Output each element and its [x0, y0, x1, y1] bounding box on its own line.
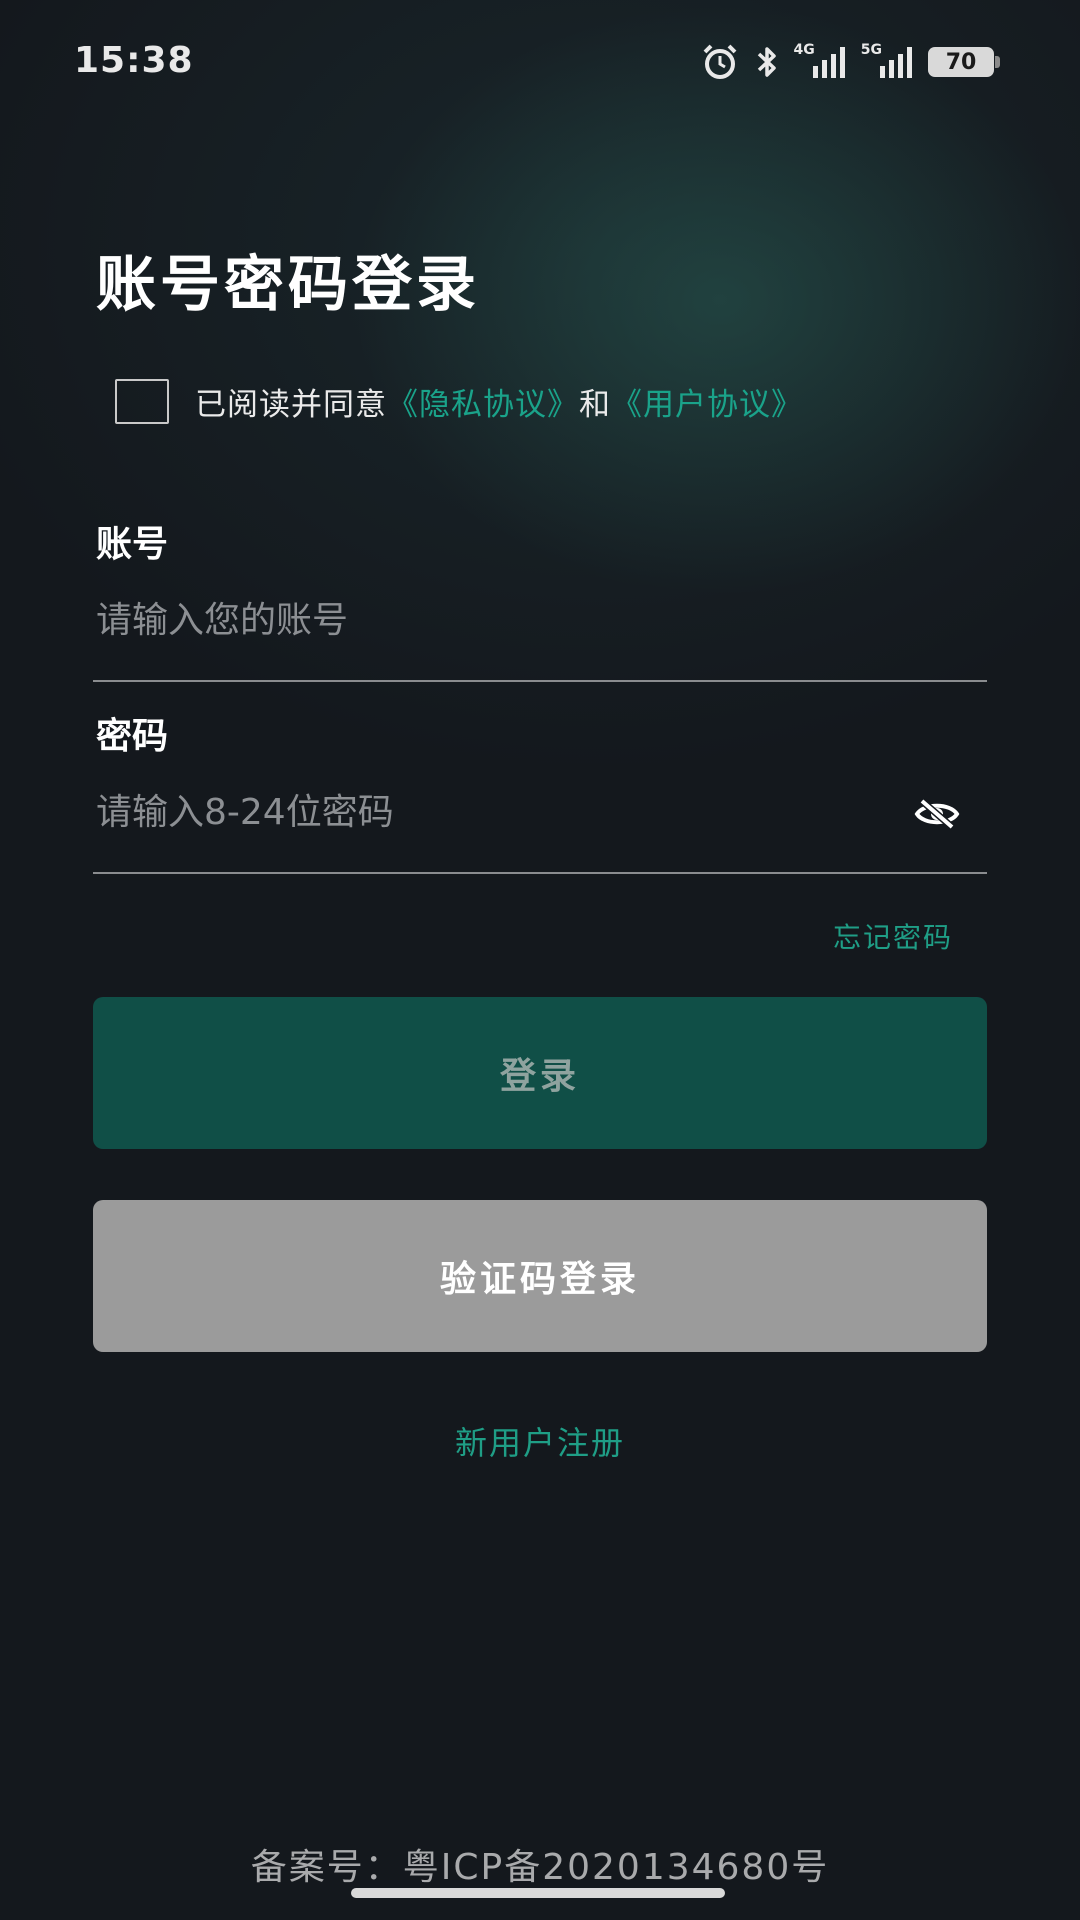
user-agreement-link[interactable]: 《用户协议》	[611, 379, 803, 424]
battery-level: 70	[945, 49, 977, 75]
account-input[interactable]	[96, 590, 896, 650]
agreement-and-text: 和	[579, 386, 611, 423]
status-icons: 4G 5G 70	[700, 42, 1000, 82]
alarm-icon	[700, 42, 740, 82]
status-time: 15:38	[74, 40, 194, 81]
page-title: 账号密码登录	[96, 250, 480, 320]
login-button[interactable]: 登录	[93, 997, 987, 1149]
account-label: 账号	[96, 524, 169, 565]
agreement-checkbox[interactable]	[115, 378, 169, 424]
account-divider	[93, 680, 987, 682]
network-type-label: 5G	[860, 42, 882, 58]
password-input[interactable]	[96, 782, 886, 842]
signal-icon	[878, 44, 914, 80]
password-divider	[93, 872, 987, 874]
network-type-label: 4G	[793, 42, 815, 58]
home-indicator[interactable]	[351, 1888, 725, 1898]
register-link[interactable]: 新用户注册	[0, 1418, 1080, 1464]
agreement-text: 已阅读并同意	[195, 386, 387, 423]
icp-record: 备案号：粤ICP备2020134680号	[250, 1847, 830, 1888]
password-label: 密码	[96, 716, 169, 757]
sms-login-button[interactable]: 验证码登录	[93, 1200, 987, 1352]
privacy-policy-link[interactable]: 《隐私协议》	[387, 379, 579, 424]
agreement-row: 已阅读并同意 《隐私协议》 和 《用户协议》	[115, 377, 803, 425]
bluetooth-icon	[754, 44, 780, 80]
battery-icon: 70	[928, 47, 1000, 77]
signal-icon	[811, 44, 847, 80]
eye-off-icon[interactable]	[912, 794, 962, 834]
forgot-password-link[interactable]: 忘记密码	[833, 916, 953, 956]
status-bar: 15:38 4G 5G 70	[0, 30, 1080, 90]
